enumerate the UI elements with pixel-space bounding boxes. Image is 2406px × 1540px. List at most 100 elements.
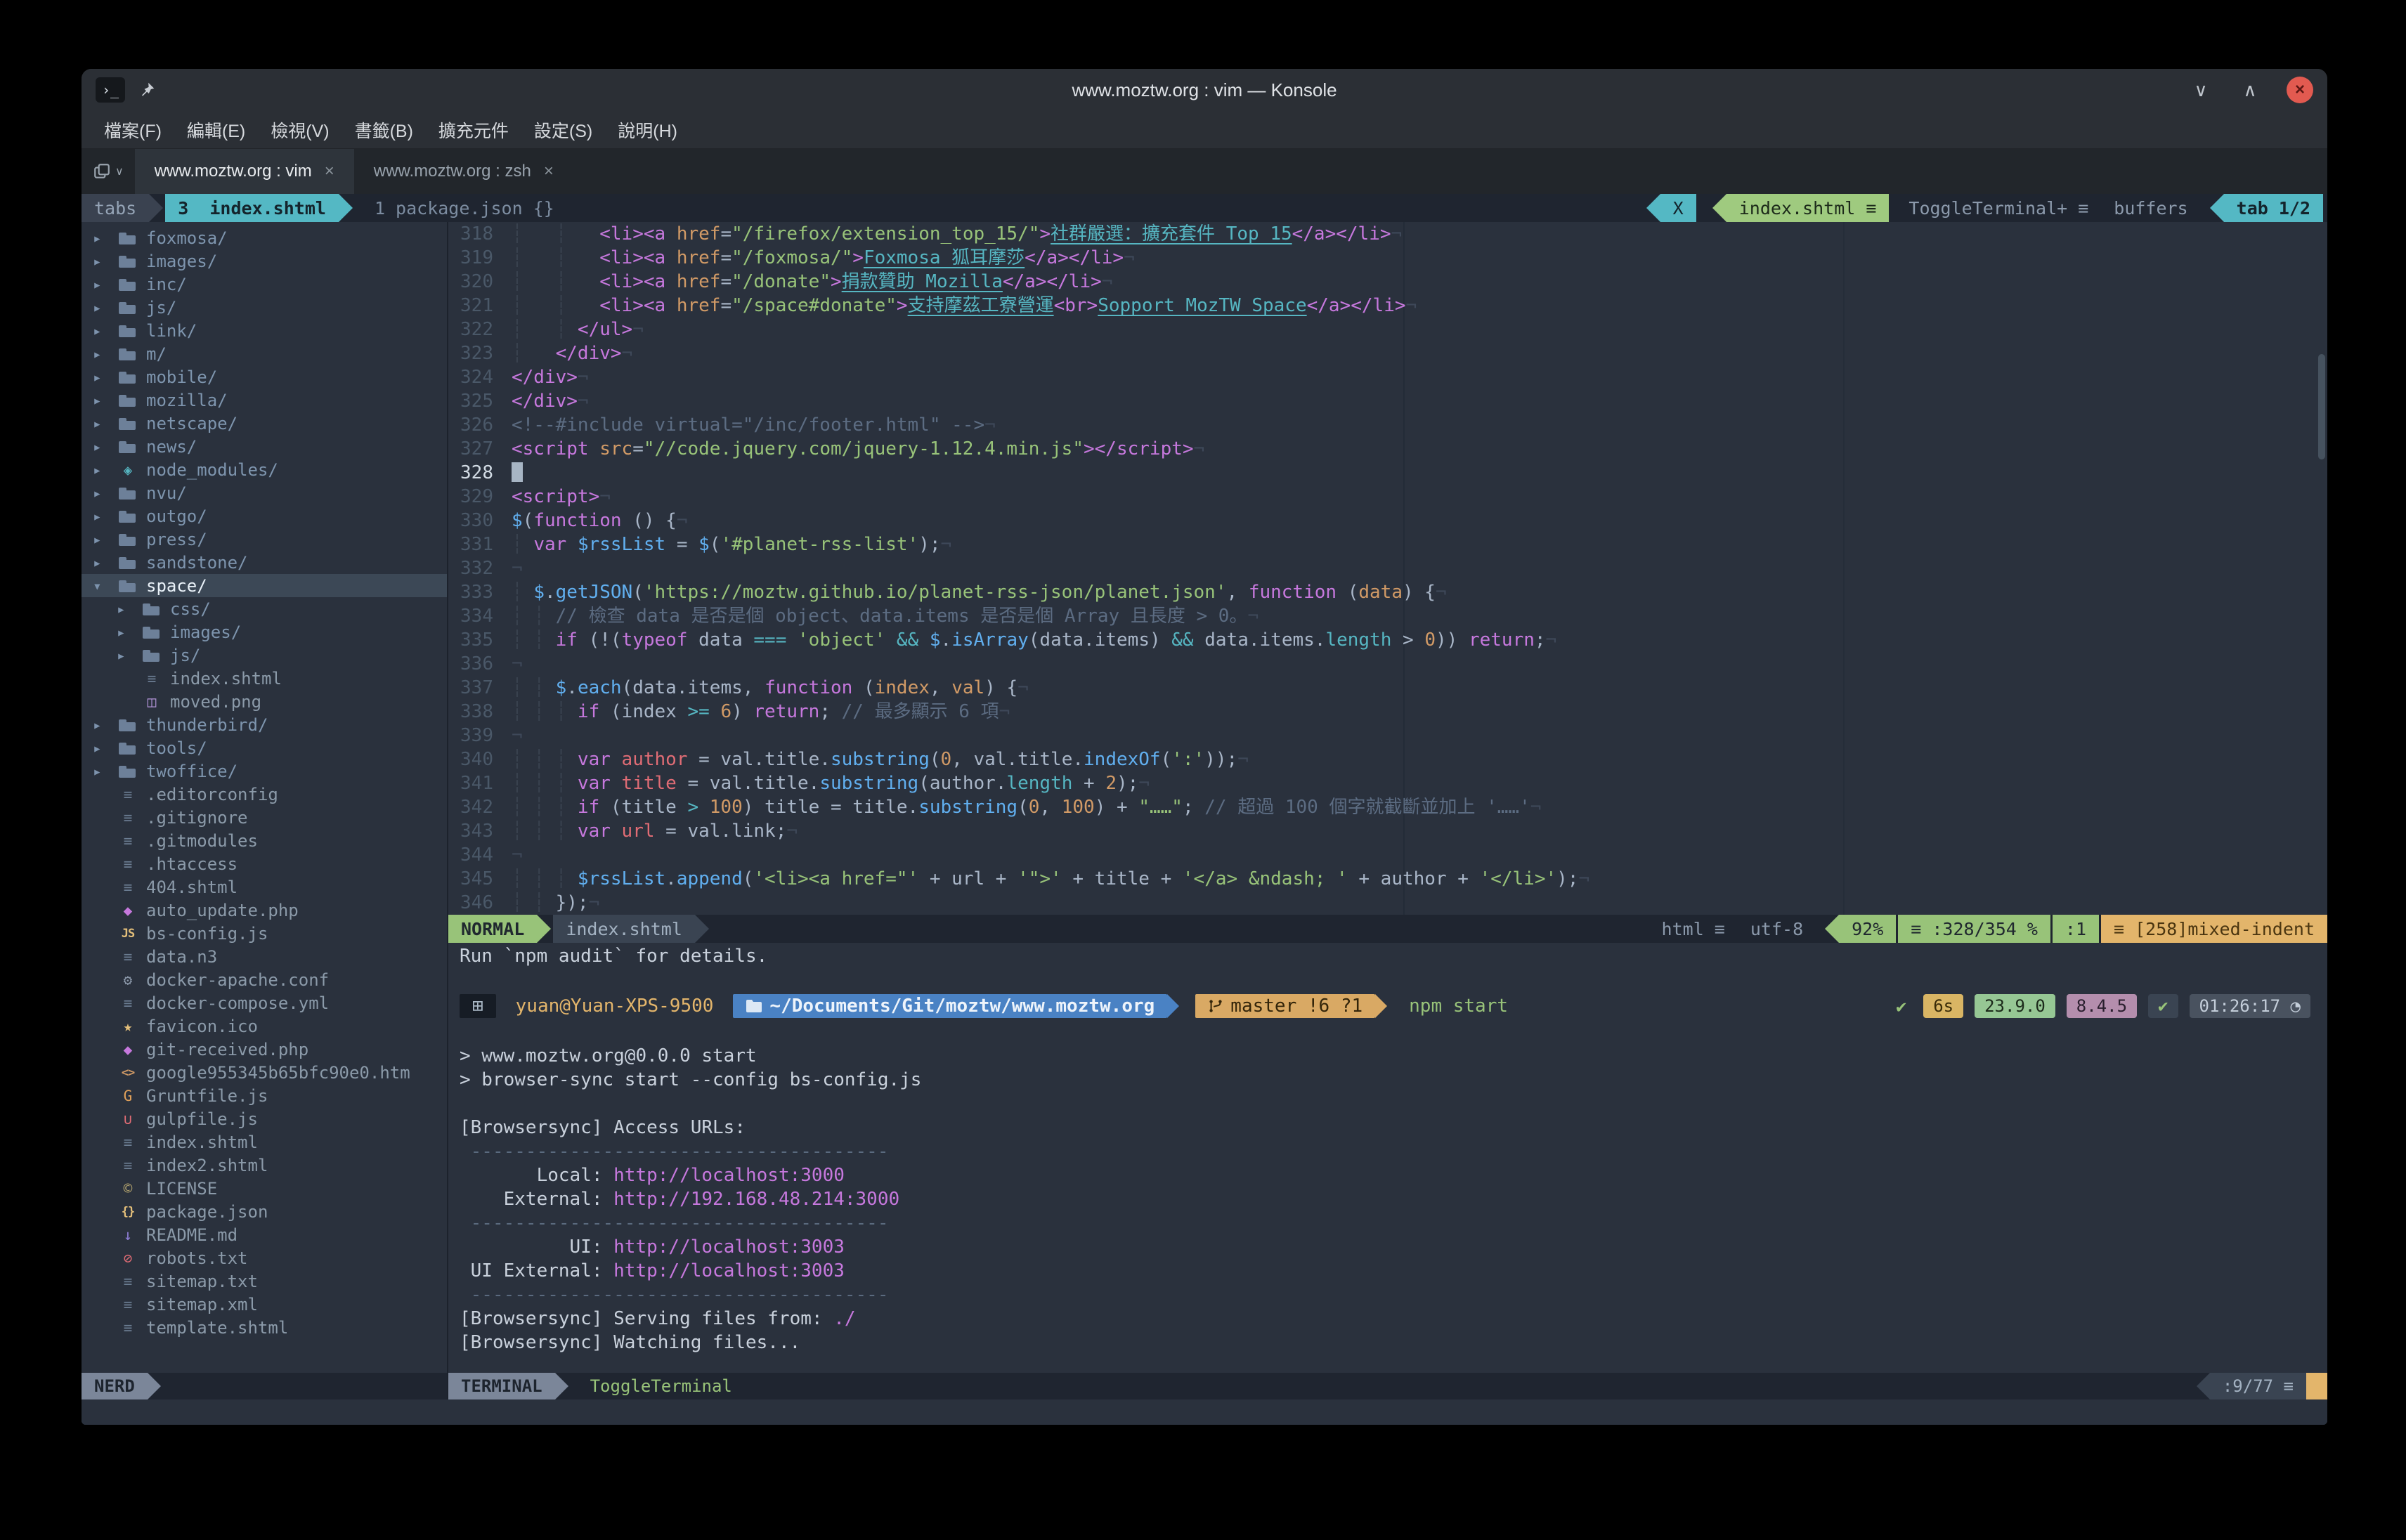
file-icon: ≡ (115, 809, 141, 826)
tree-item[interactable]: ◆git-received.php (82, 1038, 447, 1061)
tree-item[interactable]: ▸foxmosa/ (82, 226, 447, 249)
statusline-right: html ≡utf-892%≡ :328/354 %:1≡ [258]mixed… (1656, 915, 2327, 943)
tree-item[interactable]: ≡sitemap.xml (82, 1293, 447, 1316)
menu-item[interactable]: 說明(H) (605, 113, 690, 147)
tree-item[interactable]: ©LICENSE (82, 1177, 447, 1200)
tree-item[interactable]: ▾space/ (82, 574, 447, 597)
close-icon[interactable]: × (325, 162, 334, 181)
tree-item[interactable]: ▸js/ (82, 644, 447, 667)
php-icon: ◆ (115, 902, 141, 919)
menu-item[interactable]: 檢視(V) (258, 113, 342, 147)
menu-item[interactable]: 設定(S) (521, 113, 605, 147)
tree-item[interactable]: ≡index.shtml (82, 667, 447, 690)
tree-item[interactable]: ▸outgo/ (82, 504, 447, 528)
tree-item[interactable]: ≡.htaccess (82, 852, 447, 875)
tree-item[interactable]: ≡index.shtml (82, 1130, 447, 1154)
tree-item[interactable]: ≡data.n3 (82, 945, 447, 968)
prompt-segment: ~/Documents/Git/moztw/www.moztw.org (733, 994, 1167, 1018)
minimize-button[interactable]: ∨ (2188, 79, 2213, 101)
tabline-segment[interactable]: X (1660, 194, 1696, 222)
menu-item[interactable]: 檔案(F) (91, 113, 174, 147)
konsole-app-icon[interactable]: ›_ (96, 77, 125, 103)
scrollbar-handle[interactable] (2318, 354, 2325, 459)
folder-icon (115, 345, 141, 363)
tree-item[interactable]: ≡docker-compose.yml (82, 991, 447, 1014)
maximize-button[interactable]: ∧ (2237, 79, 2263, 101)
close-icon[interactable]: × (544, 162, 554, 181)
konsole-tab[interactable]: www.moztw.org : zsh× (354, 149, 573, 194)
menu-item[interactable]: 書籤(B) (342, 113, 426, 147)
tabline-segment[interactable]: 3 index.shtml (165, 194, 339, 222)
close-button[interactable]: × (2287, 77, 2313, 103)
tabline-segment[interactable]: tabs (82, 194, 149, 222)
statusbar-segment: TERMINAL (448, 1373, 555, 1399)
editor-panel[interactable]: 318┆ ┆ <li><a href="/firefox/extension_t… (448, 222, 2327, 915)
tree-item[interactable]: ≡index2.shtml (82, 1154, 447, 1177)
tree-item[interactable]: ▸nvu/ (82, 481, 447, 504)
tree-item[interactable]: GGruntfile.js (82, 1084, 447, 1107)
tree-item[interactable]: {}package.json (82, 1200, 447, 1223)
new-tab-button[interactable]: ∨ (82, 149, 135, 194)
tree-item[interactable]: ≡.gitmodules (82, 829, 447, 852)
menu-item[interactable]: 擴充元件 (426, 113, 521, 147)
konsole-tab[interactable]: www.moztw.org : vim× (135, 149, 354, 194)
tree-item[interactable]: ≡sitemap.txt (82, 1270, 447, 1293)
menu-item[interactable]: 編輯(E) (174, 113, 258, 147)
terminal-buffer[interactable]: Run `npm audit` for details. ⊞yuan@Yuan-… (448, 943, 2327, 1373)
terminal-line: External: http://192.168.48.214:3000 (460, 1187, 2327, 1211)
tree-item[interactable]: ★favicon.ico (82, 1014, 447, 1038)
prompt-segment: 23.9.0 (1975, 994, 2055, 1018)
tree-item[interactable]: ≡404.shtml (82, 875, 447, 899)
pin-icon[interactable] (136, 79, 157, 100)
tree-item[interactable]: ▸mozilla/ (82, 389, 447, 412)
tabline-segment[interactable]: ToggleTerminal+ ≡ (1903, 194, 2094, 222)
code-line: 332¬ (448, 556, 2327, 580)
tree-item[interactable]: ▸mobile/ (82, 365, 447, 389)
tree-item[interactable]: ▸images/ (82, 620, 447, 644)
tree-item[interactable]: ∪gulpfile.js (82, 1107, 447, 1130)
tree-item[interactable]: ◫moved.png (82, 690, 447, 713)
terminal-screen[interactable]: tabs 3 index.shtml 1 package.json {} Xinde… (82, 194, 2327, 1425)
tree-item[interactable]: ▸inc/ (82, 273, 447, 296)
tree-item[interactable]: ◆auto_update.php (82, 899, 447, 922)
code-line: 324</div>¬ (448, 365, 2327, 389)
tree-item[interactable]: ▸link/ (82, 319, 447, 342)
tab-strip: www.moztw.org : vim×www.moztw.org : zsh× (135, 149, 573, 194)
tree-item[interactable]: ▸images/ (82, 249, 447, 273)
tree-item[interactable]: ⚙docker-apache.conf (82, 968, 447, 991)
tree-item[interactable]: ≡template.shtml (82, 1316, 447, 1339)
tree-item[interactable]: ≡.editorconfig (82, 783, 447, 806)
tree-item[interactable]: ▸m/ (82, 342, 447, 365)
tree-item[interactable]: ▸netscape/ (82, 412, 447, 435)
tree-item[interactable]: ▸css/ (82, 597, 447, 620)
menu-bar: 檔案(F)編輯(E)檢視(V)書籤(B)擴充元件設定(S)說明(H) (82, 111, 2327, 149)
md-icon: ↓ (115, 1227, 141, 1244)
tree-item[interactable]: JSbs-config.js (82, 922, 447, 945)
tree-item[interactable]: ⊘robots.txt (82, 1246, 447, 1270)
tree-item[interactable]: ▸◈node_modules/ (82, 458, 447, 481)
tree-item[interactable]: ▸news/ (82, 435, 447, 458)
statusbar-segment: :9/77 ≡ (2210, 1373, 2306, 1399)
terminal-line: UI External: http://localhost:3003 (460, 1259, 2327, 1283)
tree-item[interactable]: ▸sandstone/ (82, 551, 447, 574)
tree-item[interactable]: <>google955345b65bfc90e0.htm (82, 1061, 447, 1084)
tree-item[interactable]: ▸thunderbird/ (82, 713, 447, 736)
statusbar-segment (2306, 1373, 2327, 1399)
editor-column: 318┆ ┆ <li><a href="/firefox/extension_t… (447, 222, 2327, 1373)
tabline-segment[interactable]: index.shtml ≡ (1727, 194, 1890, 222)
tabline-segment[interactable]: 1 package.json {} (369, 194, 560, 222)
tree-item[interactable]: ▸press/ (82, 528, 447, 551)
tree-item[interactable]: ▸twoffice/ (82, 759, 447, 783)
vim-tabline: tabs 3 index.shtml 1 package.json {} Xinde… (82, 194, 2327, 222)
terminal-statusbar: TERMINAL ToggleTerminal :9/77 ≡ (447, 1373, 2327, 1399)
tree-item[interactable]: ≡.gitignore (82, 806, 447, 829)
tree-item[interactable]: ▸tools/ (82, 736, 447, 759)
statusbar-segment: ToggleTerminal (585, 1373, 738, 1399)
robots-icon: ⊘ (115, 1250, 141, 1267)
tree-item[interactable]: ▸js/ (82, 296, 447, 319)
tree-item[interactable]: ↓README.md (82, 1223, 447, 1246)
tabline-segment[interactable]: buffers (2108, 194, 2193, 222)
code-lines: 318┆ ┆ <li><a href="/firefox/extension_t… (448, 222, 2327, 915)
tabline-segment[interactable]: tab 1/2 (2224, 194, 2323, 222)
code-line: 338┆ ┆ ┆ if (index >= 6) return; // 最多顯示… (448, 700, 2327, 724)
